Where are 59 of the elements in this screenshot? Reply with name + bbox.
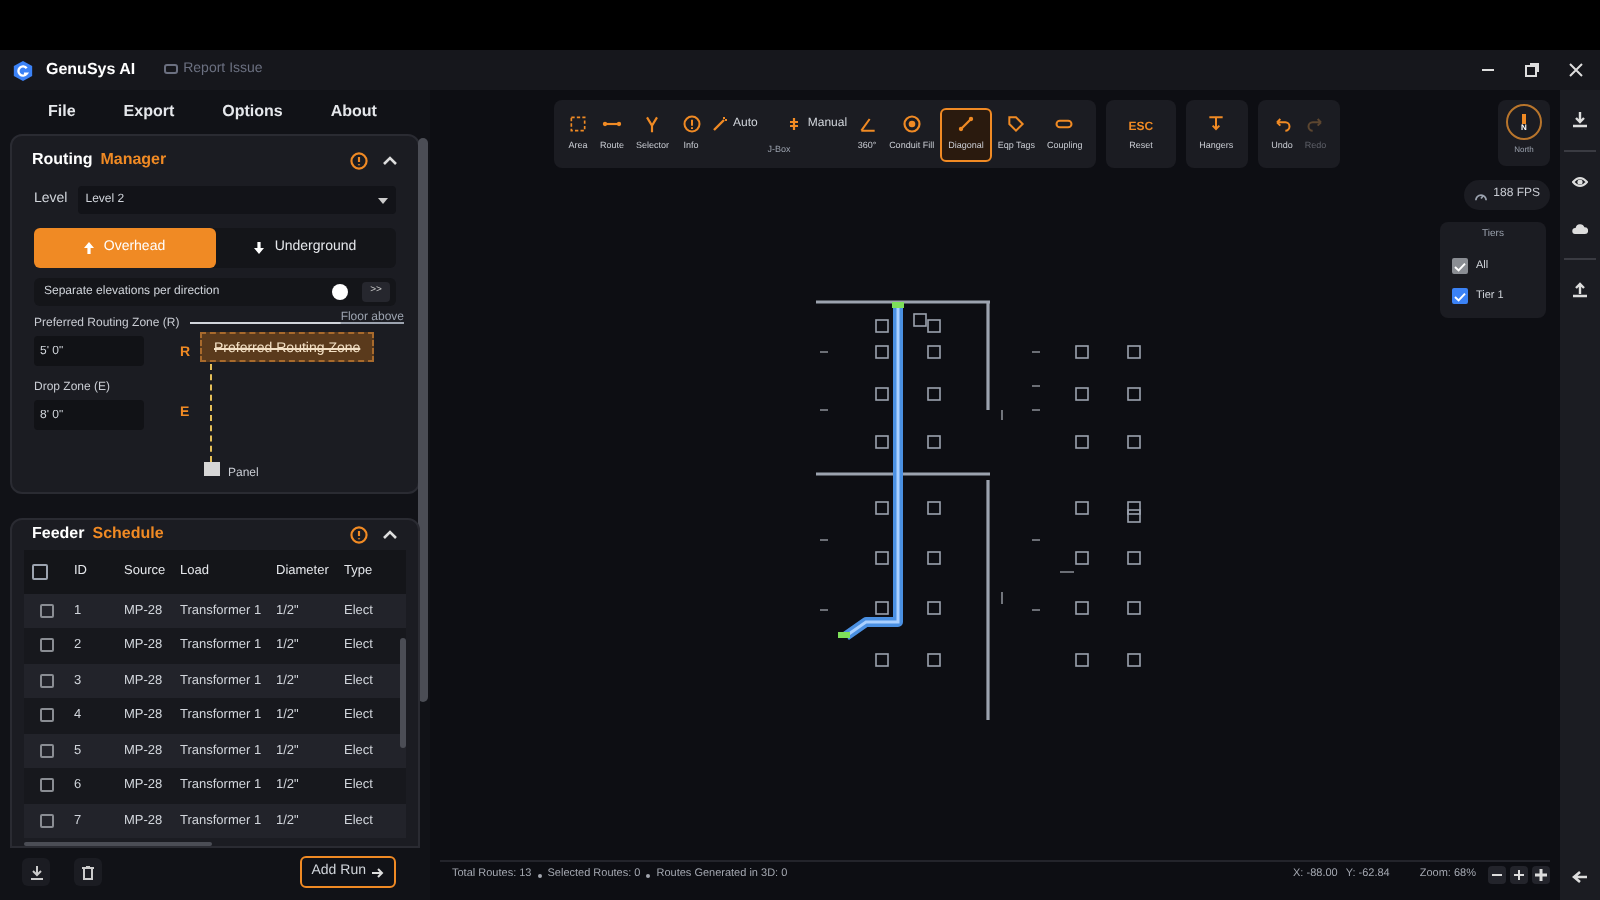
scrollbar-thumb[interactable] (400, 637, 406, 748)
redo-icon (1305, 114, 1326, 135)
upload-icon (1572, 282, 1588, 298)
scrollbar-thumb[interactable] (24, 842, 212, 846)
plus-icon (1512, 868, 1526, 882)
close-icon[interactable] (1568, 62, 1584, 78)
info-icon (350, 525, 368, 544)
logo-icon (12, 59, 34, 81)
speedometer-icon (1473, 189, 1488, 201)
caret-icon (378, 197, 388, 203)
info-icon (681, 114, 702, 135)
undo-icon (1272, 114, 1293, 135)
menu-item[interactable]: Export (121, 100, 177, 124)
drop-line (210, 364, 212, 462)
menu-item[interactable]: Options (220, 100, 285, 124)
cloud-icon (1572, 220, 1588, 236)
app-title: GenuSys AI (46, 58, 136, 82)
zoom-out-button[interactable] (1488, 866, 1506, 884)
chevron-up-icon[interactable] (382, 154, 398, 166)
panel-title: Routing Manager (32, 148, 167, 172)
menu-item[interactable]: File (46, 100, 78, 124)
conduit-route[interactable] (838, 302, 904, 641)
scrollbar-thumb[interactable] (418, 138, 428, 702)
chevron-up-icon[interactable] (382, 528, 398, 541)
download-icon (29, 865, 43, 879)
arrow-left-icon (1572, 869, 1588, 883)
arrow-up-icon (83, 242, 94, 254)
angle-icon (857, 114, 878, 135)
checkbox[interactable] (40, 813, 54, 828)
diagonal-line-icon (955, 114, 976, 135)
zoom-in-button[interactable] (1510, 866, 1528, 884)
trash-icon (82, 865, 94, 879)
checkbox[interactable] (40, 778, 54, 793)
checkbox[interactable] (40, 743, 54, 758)
hanger-icon (1206, 114, 1227, 135)
checkbox[interactable] (40, 603, 54, 618)
checkbox[interactable] (32, 563, 48, 580)
checkbox[interactable] (1452, 288, 1468, 304)
area-select-icon (568, 114, 588, 135)
checkbox[interactable] (1452, 258, 1468, 274)
message-icon (163, 64, 178, 76)
download-icon (1572, 112, 1588, 128)
delete-button[interactable] (74, 858, 102, 886)
minus-icon (1490, 868, 1504, 882)
menu-item[interactable]: About (328, 100, 379, 124)
panel-title: Feeder Schedule (32, 522, 164, 547)
download-button[interactable] (22, 858, 50, 886)
tag-icon (1006, 114, 1027, 135)
panel-icon (204, 462, 220, 476)
selector-icon (642, 114, 663, 135)
arrow-right-icon (372, 867, 384, 877)
eye-icon (1572, 174, 1588, 190)
restore-icon[interactable] (1524, 62, 1540, 78)
checkbox[interactable] (40, 708, 54, 723)
wand-icon (711, 116, 728, 133)
checkbox[interactable] (40, 673, 54, 688)
info-icon (350, 151, 368, 169)
arrow-down-icon (254, 242, 265, 254)
checkbox[interactable] (40, 638, 54, 653)
